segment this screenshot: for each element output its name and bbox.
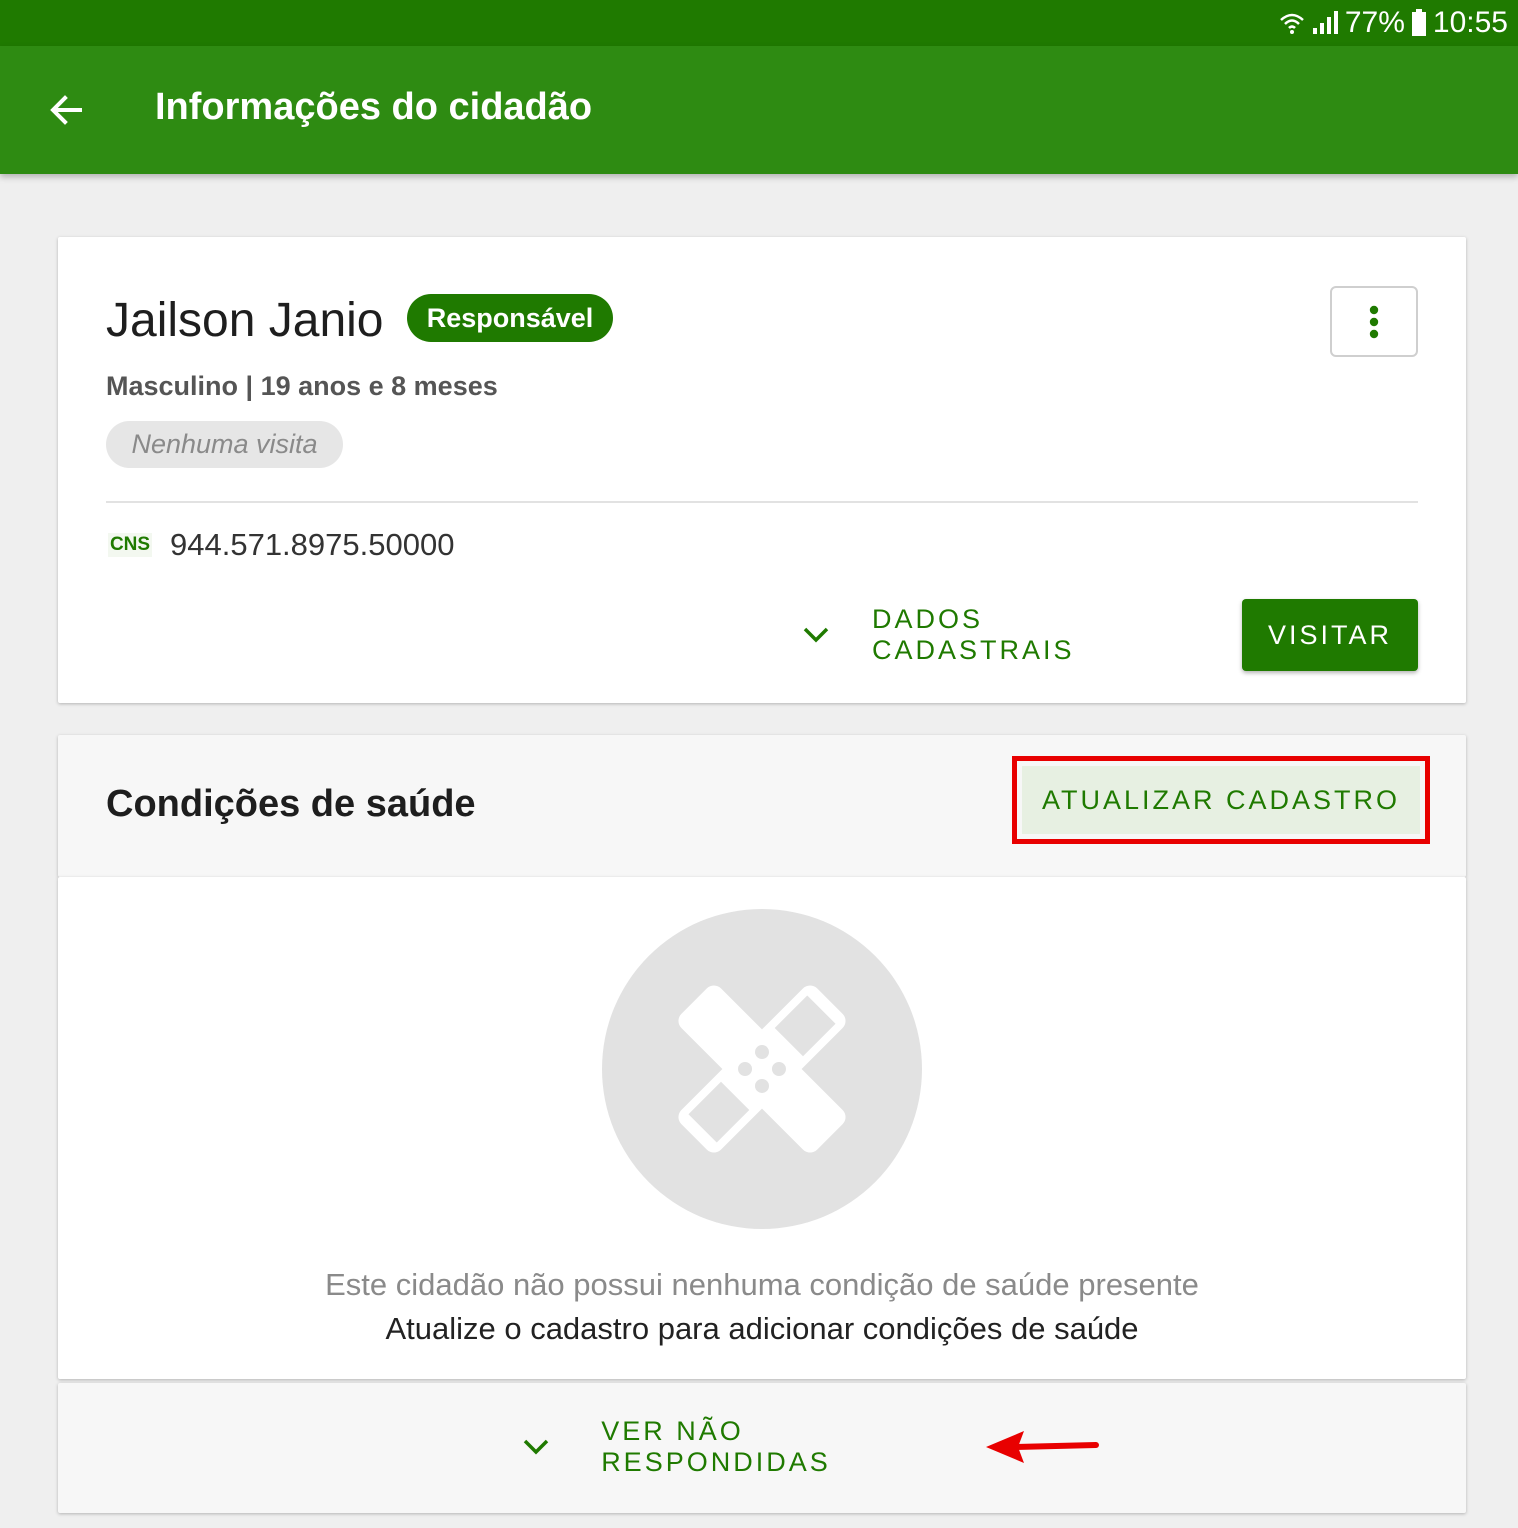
battery-icon (1411, 9, 1427, 37)
visitar-button[interactable]: VISITAR (1242, 599, 1418, 671)
more-vertical-icon (1369, 305, 1379, 338)
cns-value: 944.571.8975.50000 (170, 527, 455, 562)
bandage-icon (678, 985, 846, 1153)
arrow-left-icon (50, 95, 82, 125)
back-button[interactable] (44, 88, 88, 132)
health-conditions-empty: Este cidadão não possui nenhuma condição… (58, 877, 1466, 1379)
citizen-name: Jailson Janio (106, 294, 384, 347)
dados-cadastrais-button[interactable]: DADOS CADASTRAIS (796, 599, 1196, 671)
section-title: Condições de saúde (106, 783, 476, 825)
chevron-down-icon (796, 627, 836, 643)
ver-nao-respondidas-label: VER NÃO RESPONDIDAS (601, 1416, 831, 1477)
signal-icon (1311, 10, 1339, 36)
dados-cadastrais-label: DADOS CADASTRAIS (872, 604, 1075, 665)
citizen-card: Jailson Janio Responsável Masculino | 19… (58, 237, 1466, 703)
more-options-button[interactable] (1330, 286, 1418, 357)
chevron-down-icon (516, 1439, 555, 1455)
gender-age: Masculino | 19 anos e 8 meses (106, 371, 498, 401)
ver-nao-respondidas-button[interactable]: VER NÃO RESPONDIDAS (516, 1411, 976, 1483)
empty-state-illustration (602, 909, 922, 1229)
empty-state-message: Este cidadão não possui nenhuma condição… (325, 1267, 1199, 1302)
divider (106, 501, 1418, 503)
role-badge: Responsável (407, 294, 613, 342)
unanswered-section: VER NÃO RESPONDIDAS (58, 1383, 1466, 1513)
atualizar-cadastro-button[interactable]: ATUALIZAR CADASTRO (1022, 766, 1420, 834)
annotation-arrow-icon (986, 1431, 1099, 1463)
visit-status-badge: Nenhuma visita (106, 421, 343, 468)
clock: 10:55 (1432, 6, 1508, 39)
battery-percent: 77% (1344, 6, 1405, 39)
wifi-icon (1279, 10, 1305, 36)
status-bar: 77% 10:55 (0, 0, 1518, 46)
page-title: Informações do cidadão (155, 86, 593, 128)
app-bar: Informações do cidadão (0, 46, 1518, 174)
health-conditions-header: Condições de saúde ATUALIZAR CADASTRO (58, 735, 1466, 877)
empty-state-hint: Atualize o cadastro para adicionar condi… (385, 1311, 1139, 1346)
cns-label: CNS (108, 533, 152, 557)
